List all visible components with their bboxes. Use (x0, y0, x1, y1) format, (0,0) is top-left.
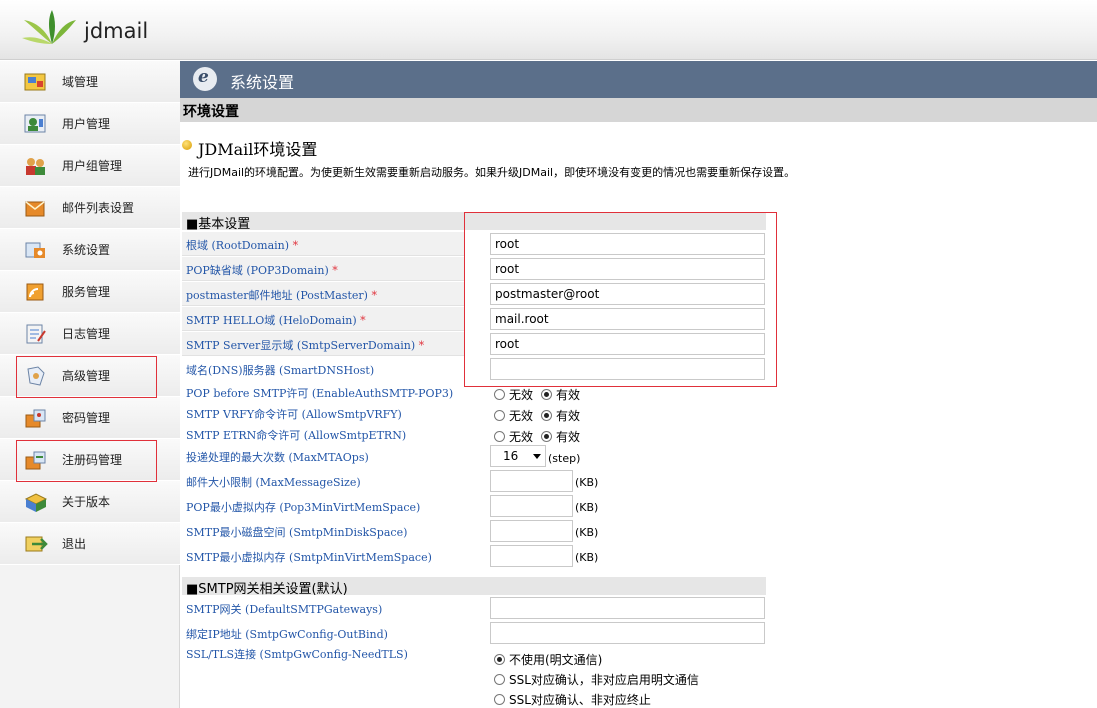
dropdown-arrow-icon (533, 454, 541, 459)
smtp-min-virt-mem-unit: (KB) (575, 551, 599, 564)
allow-vrfy-label: SMTP VRFY命令许可 (AllowSmtpVRFY) (186, 408, 402, 421)
e-logo-icon: e (193, 67, 217, 91)
logout-icon (25, 536, 48, 552)
user-icon (24, 114, 46, 133)
pop3-domain-label: POP缺省域 (POP3Domain) * (186, 264, 338, 277)
domain-icon (24, 73, 46, 91)
pop3-min-virt-mem-unit: (KB) (575, 501, 599, 514)
need-tls-option-2[interactable]: SSL对应确认、非对应终止 (494, 691, 651, 708)
app-header: jdmail (0, 0, 1097, 60)
smtp-min-disk-input[interactable] (490, 520, 573, 542)
section-title: JDMail环境设置 (198, 140, 318, 159)
smtp-min-virt-mem-input[interactable] (490, 545, 573, 567)
allow-vrfy-radio-group: 无效 有效 (494, 407, 588, 424)
max-message-size-label: 邮件大小限制 (MaxMessageSize) (186, 476, 361, 489)
smtp-gw-outbind-input[interactable] (490, 622, 765, 644)
smtp-min-disk-unit: (KB) (575, 526, 599, 539)
max-message-size-input[interactable] (490, 470, 573, 492)
page-subtitle: 环境设置 (183, 104, 239, 120)
auth-smtp-pop3-label: POP before SMTP许可 (EnableAuthSMTP-POP3) (186, 387, 454, 400)
smtp-min-virt-mem-label: SMTP最小虚拟内存 (SmtpMinVirtMemSpace) (186, 551, 432, 564)
sidebar-item-password[interactable]: 密码管理 (0, 397, 180, 439)
page-title: 系统设置 (230, 73, 295, 92)
brand-name: jdmail (84, 19, 149, 43)
about-icon (24, 493, 48, 512)
max-mta-ops-select[interactable]: 16 (490, 445, 546, 467)
need-tls-label: SSL/TLS连接 (SmtpGwConfig-NeedTLS) (186, 648, 408, 661)
allow-vrfy-off-radio[interactable] (494, 410, 505, 421)
log-icon (26, 324, 46, 344)
sidebar-item-groups[interactable]: 用户组管理 (0, 145, 180, 187)
page-subtitle-bar: 环境设置 (180, 98, 1097, 122)
need-tls-radio-0[interactable] (494, 654, 505, 665)
need-tls-option-0[interactable]: 不使用(明文通信) (494, 651, 602, 668)
allow-etrn-off-radio[interactable] (494, 431, 505, 442)
smart-dns-label: 域名(DNS)服务器 (SmartDNSHost) (186, 364, 375, 377)
auth-smtp-pop3-radio-group: 无效 有效 (494, 386, 588, 403)
group-icon (26, 158, 45, 175)
max-mta-ops-unit: (step) (548, 452, 581, 465)
service-icon (26, 283, 44, 301)
default-smtp-gateways-input[interactable] (490, 597, 765, 619)
need-tls-radio-2[interactable] (494, 694, 505, 705)
sidebar-item-log[interactable]: 日志管理 (0, 313, 180, 355)
pop3-min-virt-mem-label: POP最小虚拟内存 (Pop3MinVirtMemSpace) (186, 501, 421, 514)
allow-etrn-on-radio[interactable] (541, 431, 553, 442)
smtp-gw-outbind-label: 绑定IP地址 (SmtpGwConfig-OutBind) (186, 628, 388, 641)
default-smtp-gateways-label: SMTP网关 (DefaultSMTPGateways) (186, 603, 383, 616)
smtp-min-disk-label: SMTP最小磁盘空间 (SmtpMinDiskSpace) (186, 526, 408, 539)
max-mta-ops-label: 投递处理的最大次数 (MaxMTAOps) (186, 451, 369, 464)
postmaster-label: postmaster邮件地址 (PostMaster) * (186, 289, 377, 302)
page-title-bar: e 系统设置 (180, 61, 1097, 98)
auth-smtp-pop3-on-radio[interactable] (541, 389, 553, 400)
sidebar-item-logout[interactable]: 退出 (0, 523, 180, 565)
allow-etrn-radio-group: 无效 有效 (494, 428, 588, 445)
intro-text: 进行JDMail的环境配置。为使更新生效需要重新启动服务。如果升级JDMail，… (188, 166, 796, 179)
helo-domain-label: SMTP HELLO域 (HeloDomain) * (186, 314, 366, 327)
sidebar-item-users[interactable]: 用户管理 (0, 103, 180, 145)
sidebar-item-system[interactable]: 系统设置 (0, 229, 180, 271)
allow-vrfy-on-radio[interactable] (541, 410, 553, 421)
need-tls-radio-1[interactable] (494, 674, 505, 685)
sidebar-item-about[interactable]: 关于版本 (0, 481, 180, 523)
highlight-advanced (16, 356, 157, 398)
allow-etrn-label: SMTP ETRN命令许可 (AllowSmtpETRN) (186, 429, 407, 442)
highlight-license (16, 440, 157, 482)
sidebar-item-mailing-list[interactable]: 邮件列表设置 (0, 187, 180, 229)
need-tls-option-1[interactable]: SSL对应确认，非对应启用明文通信 (494, 671, 699, 688)
gateway-settings-heading: ■SMTP网关相关设置(默认) (182, 577, 766, 597)
auth-smtp-pop3-off-radio[interactable] (494, 389, 505, 400)
root-domain-label: 根域 (RootDomain) * (186, 239, 299, 252)
pop3-min-virt-mem-input[interactable] (490, 495, 573, 517)
max-message-size-unit: (KB) (575, 476, 599, 489)
smtp-server-domain-label: SMTP Server显示域 (SmtpServerDomain) * (186, 339, 425, 352)
mailing-list-icon (25, 201, 45, 217)
system-icon (25, 242, 45, 258)
leaf-logo-icon (22, 10, 76, 44)
sidebar-item-service[interactable]: 服务管理 (0, 271, 180, 313)
sidebar-item-domain[interactable]: 域管理 (0, 61, 180, 103)
bullet-icon (182, 140, 192, 150)
password-icon (25, 409, 46, 428)
highlight-basic-inputs (464, 212, 777, 387)
